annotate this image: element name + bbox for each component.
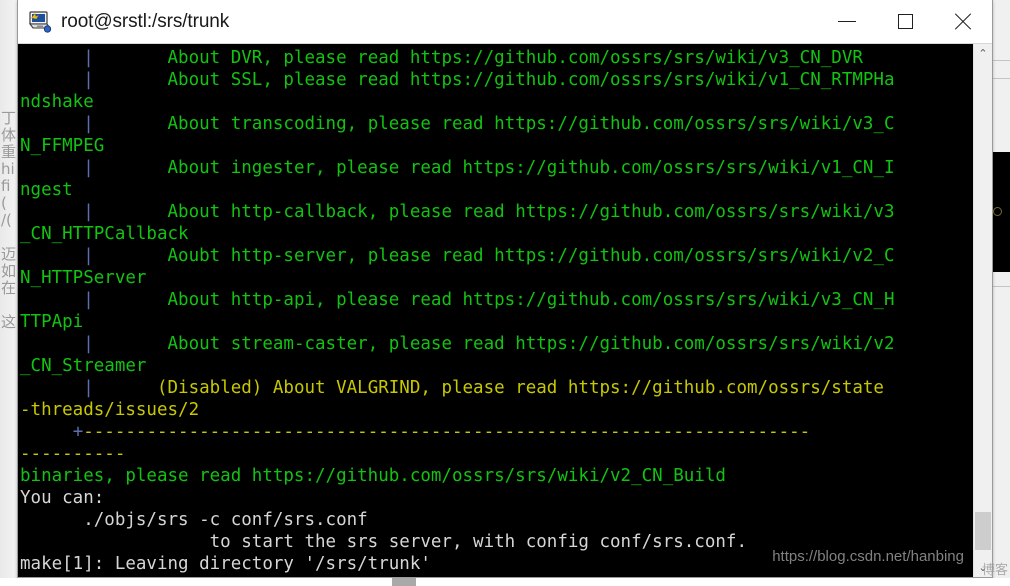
terminal-text: N_HTTPServer: [20, 268, 147, 288]
scroll-up-arrow-icon[interactable]: ⌃: [974, 44, 992, 63]
terminal-line: | About http-callback, please read https…: [18, 201, 975, 223]
terminal-body[interactable]: | About DVR, please read https://github.…: [18, 44, 992, 577]
minimize-icon: [838, 21, 856, 22]
terminal-text: to start the srs server, with config con…: [20, 532, 747, 552]
terminal-text: |: [83, 246, 94, 266]
terminal-text: ndshake: [20, 92, 94, 112]
maximize-icon: [897, 14, 913, 29]
desktop-bottom-strip: [0, 578, 1010, 586]
terminal-text: About http-api, please read https://gith…: [93, 290, 895, 310]
terminal-line: to start the srs server, with config con…: [18, 531, 975, 553]
terminal-line: make[1]: Leaving directory '/srs/trunk': [18, 553, 975, 575]
terminal-text: About ingester, please read https://gith…: [93, 158, 895, 178]
minimize-button[interactable]: [818, 0, 876, 43]
terminal-text: You can:: [20, 488, 105, 508]
terminal-line: | Aoubt http-server, please read https:/…: [18, 245, 975, 267]
terminal-text: (Disabled) About VALGRIND, please read h…: [93, 378, 884, 398]
close-button[interactable]: [934, 0, 992, 43]
terminal-text: -threads/issues/2: [20, 400, 200, 420]
terminal-line: ----------: [18, 443, 975, 465]
scroll-down-arrow-icon[interactable]: ⌄: [974, 558, 992, 577]
terminal-line: | About transcoding, please read https:/…: [18, 113, 975, 135]
title-bar[interactable]: root@srstl:/srs/trunk: [18, 0, 992, 44]
terminal-text: _CN_Streamer: [20, 356, 147, 376]
terminal-text: About transcoding, please read https://g…: [93, 114, 895, 134]
terminal-scrollbar[interactable]: ⌃ ⌄: [973, 44, 992, 577]
terminal-text: TTPApi: [20, 312, 84, 332]
terminal-text: ngest: [20, 180, 73, 200]
terminal-line: _CN_HTTPCallback: [18, 223, 975, 245]
terminal-output[interactable]: | About DVR, please read https://github.…: [18, 44, 975, 577]
terminal-line: +---------------------------------------…: [18, 421, 975, 443]
terminal-line: | About http-api, please read https://gi…: [18, 289, 975, 311]
terminal-text: Aoubt http-server, please read https://g…: [93, 246, 895, 266]
terminal-text: ./objs/srs -c conf/srs.conf: [20, 510, 368, 530]
terminal-line: | (Disabled) About VALGRIND, please read…: [18, 377, 975, 399]
terminal-text: |: [83, 334, 94, 354]
terminal-text: |: [83, 202, 94, 222]
terminal-text: About stream-caster, please read https:/…: [93, 334, 895, 354]
terminal-text: ----------: [20, 444, 126, 464]
terminal-text: |: [83, 158, 94, 178]
terminal-text: _CN_HTTPCallback: [20, 224, 189, 244]
terminal-text: make[1]: Leaving directory '/srs/trunk': [20, 554, 431, 574]
terminal-line: N_FFMPEG: [18, 135, 975, 157]
terminal-line: | About SSL, please read https://github.…: [18, 69, 975, 91]
terminal-text: |: [83, 378, 94, 398]
terminal-line: ./objs/srs -c conf/srs.conf: [18, 509, 975, 531]
terminal-line: N_HTTPServer: [18, 267, 975, 289]
terminal-line: | About ingester, please read https://gi…: [18, 157, 975, 179]
terminal-text: About http-callback, please read https:/…: [93, 202, 895, 222]
terminal-line: | About stream-caster, please read https…: [18, 333, 975, 355]
terminal-text: |: [83, 290, 94, 310]
close-icon: [952, 11, 974, 33]
terminal-line: ndshake: [18, 91, 975, 113]
terminal-window: root@srstl:/srs/trunk | About DVR, pleas…: [17, 0, 993, 578]
terminal-line: binaries, please read https://github.com…: [18, 465, 975, 487]
terminal-line: You can:: [18, 487, 975, 509]
terminal-text: |: [83, 70, 94, 90]
window-title: root@srstl:/srs/trunk: [61, 10, 230, 32]
taskbar-indicator[interactable]: [392, 578, 416, 586]
terminal-line: | About DVR, please read https://github.…: [18, 47, 975, 69]
window-controls: [818, 0, 992, 43]
desktop: 丁 体 重 hi fi ( /( 迈 如 在 这为 root@srstl:/sr…: [0, 0, 1010, 586]
background-right-dot-icon: [993, 207, 1002, 216]
terminal-text: ----------------------------------------…: [83, 422, 811, 442]
putty-terminal-icon: [27, 9, 53, 35]
terminal-text: |: [83, 48, 94, 68]
terminal-line: _CN_Streamer: [18, 355, 975, 377]
terminal-line: ngest: [18, 179, 975, 201]
terminal-text: binaries, please read https://github.com…: [20, 466, 726, 486]
terminal-line: TTPApi: [18, 311, 975, 333]
terminal-text: N_FFMPEG: [20, 136, 105, 156]
terminal-text: +: [72, 422, 84, 442]
maximize-button[interactable]: [876, 0, 934, 43]
terminal-text: |: [83, 114, 94, 134]
terminal-text: About DVR, please read https://github.co…: [93, 48, 863, 68]
terminal-text: About SSL, please read https://github.co…: [93, 70, 895, 90]
scrollbar-thumb[interactable]: [975, 512, 991, 550]
terminal-line: -threads/issues/2: [18, 399, 975, 421]
